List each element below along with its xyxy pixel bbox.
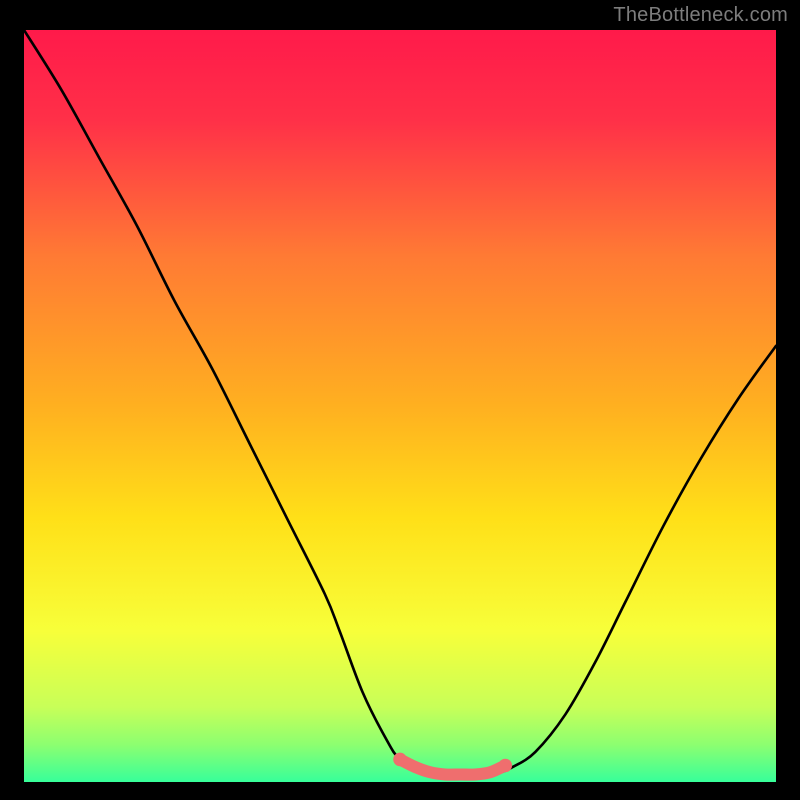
watermark-text: TheBottleneck.com — [613, 4, 788, 27]
plot-area — [24, 30, 776, 774]
curve-minimum-highlight — [400, 759, 505, 774]
curve-layer — [24, 30, 776, 782]
bottleneck-curve — [24, 30, 776, 775]
